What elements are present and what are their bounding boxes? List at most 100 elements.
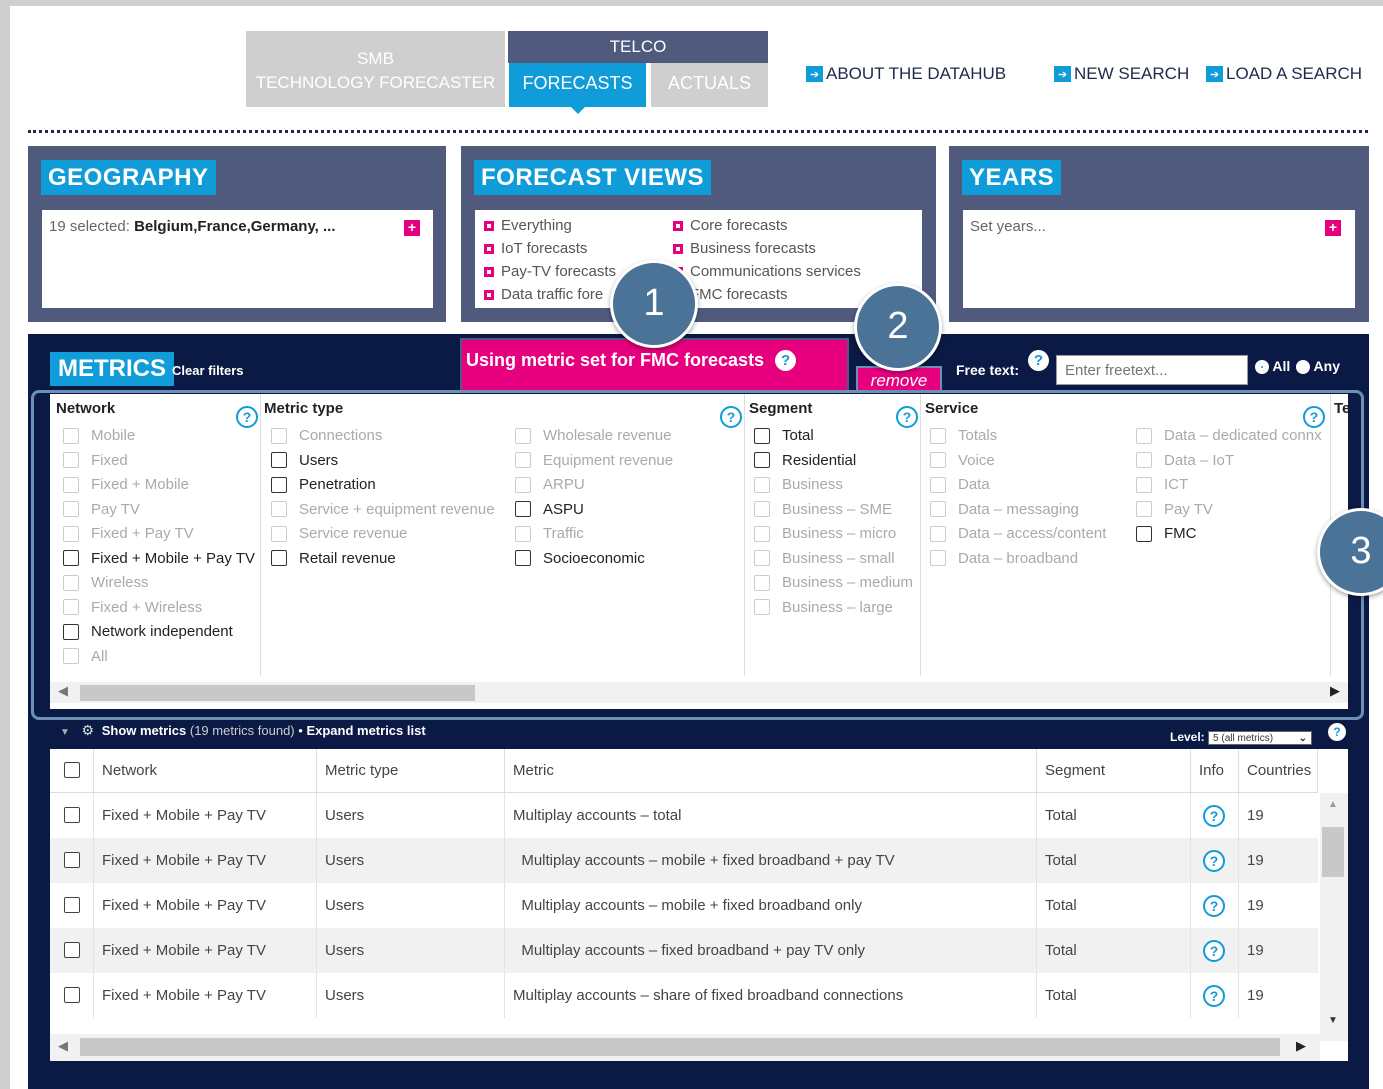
- arrow-right-icon: ➔: [1206, 66, 1223, 82]
- years-add-icon[interactable]: +: [1325, 220, 1341, 236]
- table-horizontal-scrollbar[interactable]: ◀ ▶: [50, 1034, 1320, 1061]
- forecast-view-item[interactable]: Communications services: [673, 263, 861, 280]
- metric-set-help-icon[interactable]: ?: [775, 350, 797, 371]
- forecast-view-item[interactable]: Business forecasts: [673, 240, 816, 257]
- select-all-checkbox[interactable]: [64, 762, 80, 778]
- clear-filters-link[interactable]: Clear filters: [172, 363, 244, 378]
- info-help-icon[interactable]: ?: [1203, 895, 1225, 918]
- expand-metrics-link[interactable]: Expand metrics list: [306, 723, 425, 738]
- table-row[interactable]: Fixed + Mobile + Pay TV Users Multiplay ac…: [50, 973, 1318, 1018]
- years-panel: YEARS Set years... +: [949, 146, 1369, 322]
- forecast-view-item[interactable]: Pay-TV forecasts: [484, 263, 616, 280]
- cell-metric: Multiplay accounts – share of fixed broa…: [505, 973, 1037, 1018]
- cell-metric-type: Users: [317, 883, 505, 928]
- free-text-help-icon[interactable]: ?: [1028, 350, 1049, 371]
- radio-any[interactable]: [1296, 360, 1311, 375]
- level-help-icon[interactable]: ?: [1328, 723, 1346, 741]
- column-network[interactable]: Network: [94, 749, 317, 793]
- forecast-view-label: Pay-TV forecasts: [501, 263, 617, 280]
- metrics-found-count: (19 metrics found): [189, 723, 295, 738]
- free-text-input[interactable]: [1056, 355, 1248, 385]
- tab-smb-line2: TECHNOLOGY FORECASTER: [255, 73, 496, 92]
- scrollbar-thumb[interactable]: [80, 1038, 1280, 1056]
- info-help-icon[interactable]: ?: [1203, 805, 1225, 828]
- column-metric-type[interactable]: Metric type: [317, 749, 505, 793]
- forecast-view-item[interactable]: Everything: [484, 217, 572, 234]
- info-help-icon[interactable]: ?: [1203, 850, 1225, 873]
- cell-network: Fixed + Mobile + Pay TV: [94, 793, 317, 838]
- checkbox-cell: [50, 928, 94, 973]
- cell-metric-type: Users: [317, 793, 505, 838]
- cell-info: ?: [1191, 928, 1239, 973]
- level-value: 5 (all metrics): [1213, 732, 1274, 744]
- table-vertical-scrollbar[interactable]: ▲ ▼: [1320, 793, 1348, 1041]
- column-info: Info: [1191, 749, 1239, 793]
- chevron-down-icon: ⌄: [1298, 732, 1308, 744]
- new-search-link[interactable]: ➔ NEW SEARCH: [1054, 64, 1189, 84]
- metrics-title: METRICS: [50, 352, 174, 386]
- table-row[interactable]: Fixed + Mobile + Pay TV Users Multiplay ac…: [50, 793, 1318, 838]
- callout-1: 1: [610, 260, 698, 348]
- load-search-link[interactable]: ➔ LOAD A SEARCH: [1206, 64, 1362, 84]
- scroll-down-icon[interactable]: ▼: [1328, 1015, 1338, 1026]
- about-datahub-link[interactable]: ➔ ABOUT THE DATAHUB: [806, 64, 1006, 84]
- metric-set-label: Using metric set for FMC forecasts: [466, 350, 765, 370]
- geography-add-icon[interactable]: +: [404, 220, 420, 236]
- geography-title: GEOGRAPHY: [41, 160, 216, 195]
- show-metrics-link[interactable]: Show metrics: [102, 723, 187, 738]
- geography-selected-values: Belgium,France,Germany, ...: [134, 218, 336, 235]
- checkbox-square-icon: [484, 267, 494, 278]
- years-box[interactable]: Set years... +: [963, 210, 1355, 308]
- table-row[interactable]: Fixed + Mobile + Pay TV Users Multiplay a…: [50, 928, 1318, 973]
- checkbox-cell: [50, 883, 94, 928]
- forecast-view-label: Everything: [501, 217, 572, 234]
- cell-network: Fixed + Mobile + Pay TV: [94, 973, 317, 1018]
- forecast-view-item[interactable]: IoT forecasts: [484, 240, 587, 257]
- checkbox-square-icon: [673, 244, 683, 255]
- tab-smb-technology-forecaster[interactable]: SMB TECHNOLOGY FORECASTER: [246, 31, 505, 107]
- geography-selected-prefix: 19 selected:: [49, 218, 130, 235]
- cell-info: ?: [1191, 883, 1239, 928]
- cell-metric: Multiplay accounts – total: [505, 793, 1037, 838]
- checkbox-cell: [50, 973, 94, 1018]
- dotted-divider: [28, 130, 1368, 133]
- radio-any-label: Any: [1313, 358, 1340, 374]
- radio-all[interactable]: [1255, 360, 1269, 375]
- scroll-right-icon[interactable]: ▶: [1296, 1038, 1306, 1054]
- show-metrics-bar: ▼ ⚙ Show metrics (19 metrics found) • Ex…: [60, 722, 426, 739]
- geography-box[interactable]: 19 selected: Belgium,France,Germany, ...…: [42, 210, 433, 308]
- arrow-right-icon: ➔: [1054, 66, 1071, 82]
- table-row[interactable]: Fixed + Mobile + Pay TV Users Multiplay a…: [50, 838, 1318, 883]
- checkbox-square-icon: [673, 221, 683, 232]
- collapse-triangle-icon[interactable]: ▼: [60, 727, 70, 738]
- scroll-left-icon[interactable]: ◀: [58, 1038, 68, 1054]
- radio-all-label: All: [1272, 358, 1291, 374]
- column-segment[interactable]: Segment: [1037, 749, 1191, 793]
- cell-segment: Total: [1037, 928, 1191, 973]
- load-search-label: LOAD A SEARCH: [1226, 64, 1363, 83]
- cell-segment: Total: [1037, 973, 1191, 1018]
- tab-forecasts[interactable]: FORECASTS: [509, 63, 646, 107]
- cell-info: ?: [1191, 793, 1239, 838]
- tab-actuals[interactable]: ACTUALS: [651, 63, 768, 107]
- forecast-view-item[interactable]: Core forecasts: [673, 217, 788, 234]
- cell-countries: 19: [1247, 897, 1264, 914]
- cell-metric-type: Users: [317, 838, 505, 883]
- cell-info: ?: [1191, 973, 1239, 1018]
- cell-segment: Total: [1037, 793, 1191, 838]
- cell-countries: 19: [1247, 852, 1264, 869]
- table-row[interactable]: Fixed + Mobile + Pay TV Users Multiplay a…: [50, 883, 1318, 928]
- gear-icon: ⚙: [81, 722, 95, 738]
- tab-telco[interactable]: TELCO: [508, 31, 768, 63]
- forecast-views-title: FORECAST VIEWS: [474, 160, 712, 195]
- scrollbar-thumb[interactable]: [1322, 827, 1344, 877]
- level-select[interactable]: 5 (all metrics) ⌄: [1208, 730, 1313, 745]
- forecast-view-item[interactable]: Data traffic fore: [484, 286, 603, 303]
- info-help-icon[interactable]: ?: [1203, 940, 1225, 963]
- cell-metric-type: Users: [317, 973, 505, 1018]
- column-countries[interactable]: Countries: [1239, 749, 1318, 793]
- cell-metric: Multiplay accounts – mobile + fixed broa…: [505, 883, 1037, 928]
- info-help-icon[interactable]: ?: [1203, 985, 1225, 1008]
- scroll-up-icon[interactable]: ▲: [1328, 799, 1338, 810]
- column-metric[interactable]: Metric: [505, 749, 1037, 793]
